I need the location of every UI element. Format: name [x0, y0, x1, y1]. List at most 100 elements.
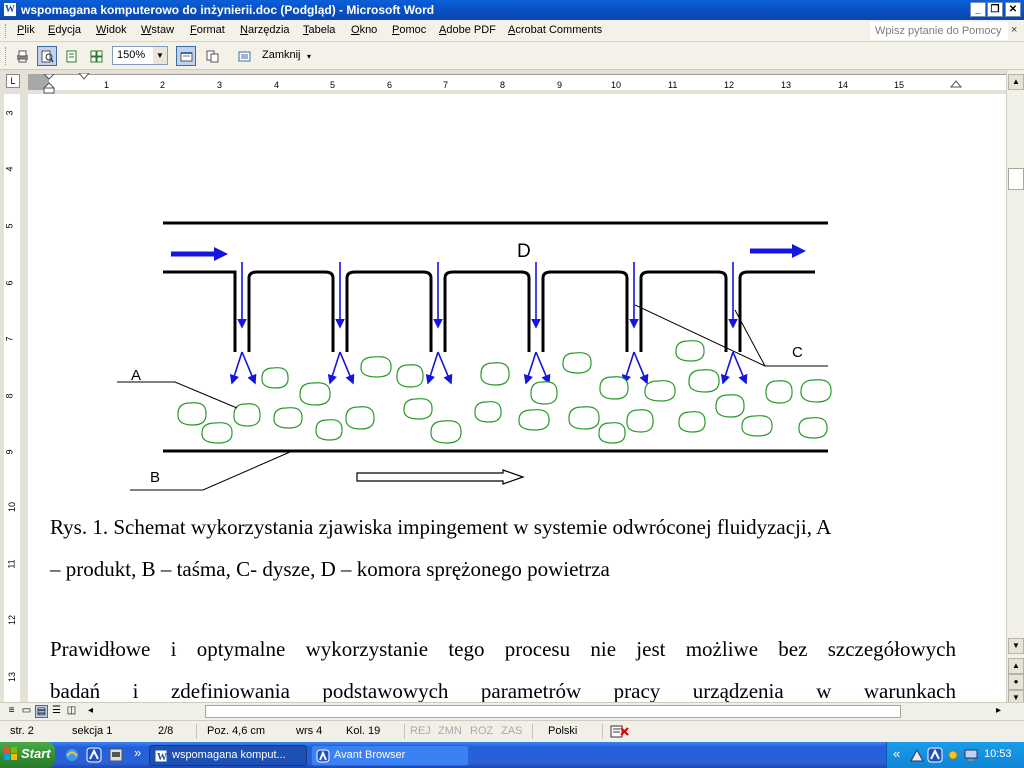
jet-arrow: [535, 351, 551, 385]
sun-tray-icon[interactable]: [945, 747, 961, 763]
status-section: sekcja 1: [72, 725, 113, 737]
product-piece: [474, 401, 502, 423]
task-label: Avant Browser: [334, 749, 406, 761]
scroll-up-icon[interactable]: ▲: [1008, 74, 1024, 90]
nozzle-chamber: [163, 270, 815, 352]
product-piece: [765, 380, 793, 404]
status-rec[interactable]: REJ: [410, 725, 431, 737]
product-piece: [688, 369, 720, 393]
scroll-left-icon[interactable]: ◂: [84, 705, 97, 718]
label-d: D: [517, 241, 531, 262]
product-piece: [568, 406, 600, 430]
jet-arrow: [241, 351, 257, 385]
jet-arrow: [339, 351, 355, 385]
web-layout-icon[interactable]: ▭: [20, 705, 33, 718]
product-piece: [345, 406, 375, 430]
jet-arrow: [327, 351, 341, 385]
scroll-right-icon[interactable]: ▸: [992, 705, 1005, 718]
status-page-of: 2/8: [158, 725, 174, 737]
status-bar: str. 2 sekcja 1 2/8 Poz. 4,6 cm wrs 4 Ko…: [0, 720, 1024, 742]
product-piece: [626, 409, 654, 433]
product-piece: [273, 407, 303, 429]
product-piece: [800, 379, 832, 403]
horizontal-scroll-thumb[interactable]: [205, 705, 901, 718]
label-a: A: [131, 367, 141, 384]
product-piece: [518, 409, 550, 431]
taskbar-word-document[interactable]: W wspomagana komput...: [149, 745, 307, 766]
jet-arrow: [720, 351, 734, 385]
outline-view-icon[interactable]: ☰: [50, 705, 63, 718]
product-piece: [233, 403, 261, 427]
quick-launch-more[interactable]: »: [134, 745, 141, 760]
product-piece: [675, 340, 705, 362]
status-line: wrs 4: [296, 725, 323, 737]
figure-caption: Rys. 1. Schemat wykorzystania zjawiska i…: [50, 506, 960, 590]
paragraph-line-1: Prawidłowe i optymalne wykorzystanie teg…: [50, 637, 956, 661]
belt-direction-arrow: [356, 469, 525, 485]
caption-line-2: – produkt, B – taśma, C- dysze, D – komo…: [50, 557, 610, 581]
product-piece: [396, 364, 424, 388]
horizontal-scrollbar[interactable]: ≡ ▭ ▤ ☰ ◫ ◂ ▸: [0, 702, 1024, 720]
avant-browser-icon: [316, 749, 330, 763]
print-layout-icon[interactable]: ▤: [35, 705, 48, 718]
status-ext[interactable]: ROZ: [470, 725, 493, 737]
status-divider: [532, 724, 533, 739]
product-pieces: [177, 340, 832, 444]
status-divider: [602, 724, 603, 739]
status-page: str. 2: [10, 725, 34, 737]
vertical-scrollbar[interactable]: ▲ ▼ ▲ ● ▼: [1006, 70, 1024, 706]
status-ovr[interactable]: ZAS: [501, 725, 522, 737]
word-document-icon: W: [154, 749, 168, 763]
quick-launch-avant-icon[interactable]: [86, 747, 102, 763]
tray-expand[interactable]: «: [893, 746, 900, 761]
normal-view-icon[interactable]: ≡: [5, 705, 18, 718]
product-piece: [480, 362, 510, 386]
start-button[interactable]: Start: [0, 742, 55, 768]
product-piece: [798, 417, 828, 439]
status-column: Kol. 19: [346, 725, 381, 737]
product-piece: [315, 419, 343, 441]
avant-tray-icon[interactable]: [927, 747, 943, 763]
quick-launch-ie-icon[interactable]: [64, 747, 80, 763]
status-divider: [196, 724, 197, 739]
product-piece: [360, 356, 392, 378]
product-piece: [715, 394, 745, 418]
windows-logo-icon: [4, 747, 17, 760]
product-piece: [201, 422, 233, 444]
product-piece: [530, 381, 558, 405]
product-piece: [430, 420, 462, 444]
status-language[interactable]: Polski: [548, 725, 577, 737]
reading-layout-icon[interactable]: ◫: [65, 705, 78, 718]
jet-arrow: [425, 351, 439, 385]
product-piece: [598, 422, 626, 444]
previous-page-icon[interactable]: ▲: [1008, 658, 1024, 674]
jet-arrow: [633, 351, 649, 385]
computer-tray-icon[interactable]: [963, 747, 979, 763]
product-piece: [261, 367, 289, 389]
taskbar-clock: 10:53: [984, 748, 1012, 760]
flow-arrow-right: [750, 244, 806, 258]
task-label: wspomagana komput...: [172, 749, 286, 761]
network-tray-icon[interactable]: [909, 747, 925, 763]
quick-launch-media-icon[interactable]: [108, 747, 124, 763]
jet-arrow: [523, 351, 537, 385]
svg-text:W: W: [157, 752, 167, 763]
status-trk[interactable]: ZMN: [438, 725, 462, 737]
vertical-scroll-thumb[interactable]: [1008, 168, 1024, 190]
label-b: B: [150, 469, 160, 486]
product-piece: [403, 398, 433, 420]
browse-object-icon[interactable]: ●: [1008, 674, 1024, 690]
product-piece: [644, 380, 676, 402]
product-piece: [678, 411, 706, 433]
caption-line-1: Rys. 1. Schemat wykorzystania zjawiska i…: [50, 515, 832, 539]
flow-arrow-left: [171, 247, 228, 261]
spelling-status-icon[interactable]: [610, 724, 630, 739]
chamber-nozzle-profile: [163, 270, 815, 352]
taskbar-avant-browser[interactable]: Avant Browser: [311, 745, 469, 766]
product-piece: [599, 376, 629, 400]
status-divider: [404, 724, 405, 739]
product-piece: [177, 402, 207, 426]
status-position: Poz. 4,6 cm: [207, 725, 266, 737]
scroll-down-icon[interactable]: ▼: [1008, 638, 1024, 654]
body-paragraph: Prawidłowe i optymalne wykorzystanie teg…: [50, 628, 956, 712]
